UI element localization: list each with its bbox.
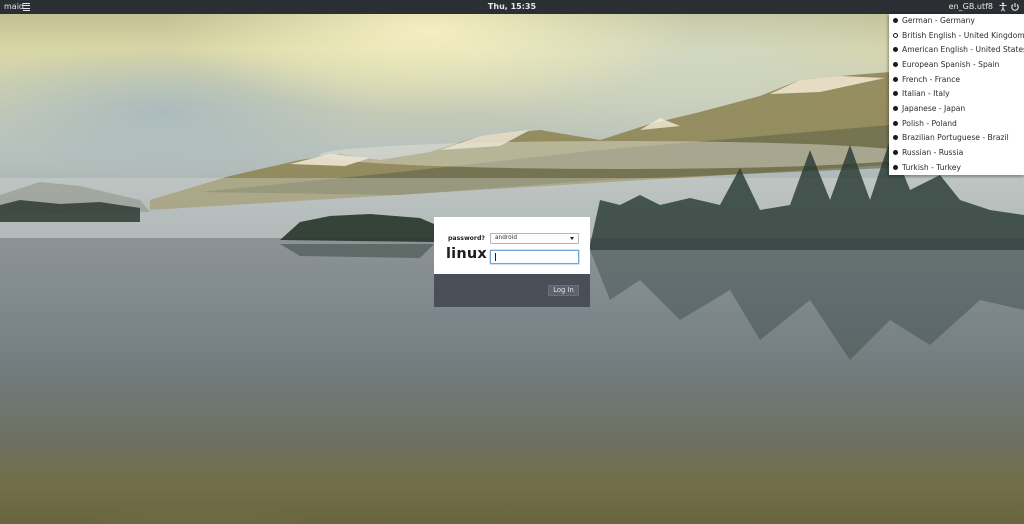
user-select-value: android — [495, 235, 517, 241]
login-button[interactable]: Log In — [548, 285, 579, 296]
radio-icon — [893, 76, 898, 82]
language-menu-item-label: Polish - Poland — [902, 118, 957, 128]
language-menu-item[interactable]: Turkish - Turkey — [889, 161, 1024, 175]
text-caret — [495, 253, 496, 261]
user-select[interactable]: android — [490, 233, 579, 244]
language-menu-item[interactable]: Japanese - Japan — [889, 102, 1024, 116]
language-menu-item-label: French - France — [902, 74, 961, 84]
login-screen: maid Thu, 15:35 en_GB.utf8 German - Germ… — [0, 0, 1024, 524]
radio-icon — [893, 91, 898, 97]
language-menu-item[interactable]: Italian - Italy — [889, 87, 1024, 101]
radio-icon — [893, 61, 898, 67]
language-menu-item[interactable]: French - France — [889, 73, 1024, 87]
language-indicator[interactable]: en_GB.utf8 — [949, 0, 993, 14]
radio-selected-icon — [893, 32, 898, 38]
language-menu-item[interactable]: Brazilian Portuguese - Brazil — [889, 131, 1024, 145]
language-menu-item-label: Japanese - Japan — [902, 103, 966, 113]
radio-icon — [893, 105, 898, 111]
language-menu-item-label: Russian - Russia — [902, 147, 964, 157]
language-menu-item-label: American English - United States — [902, 45, 1024, 55]
language-menu-item[interactable]: European Spanish - Spain — [889, 58, 1024, 72]
radio-icon — [893, 18, 898, 23]
login-footer: Log In — [434, 274, 590, 307]
power-icon[interactable] — [1010, 2, 1020, 12]
language-menu-item-label: European Spanish - Spain — [902, 59, 1000, 69]
language-menu-item-label: Brazilian Portuguese - Brazil — [902, 133, 1009, 143]
language-menu-item[interactable]: Russian - Russia — [889, 146, 1024, 160]
language-menu-item[interactable]: Polish - Poland — [889, 117, 1024, 131]
language-menu-item-label: Italian - Italy — [902, 89, 950, 99]
language-menu-item-label: German - Germany — [902, 16, 975, 25]
language-menu-item-label: Turkish - Turkey — [902, 162, 961, 172]
language-menu-item[interactable]: British English - United Kingdom — [889, 29, 1024, 43]
language-menu-item-label: British English - United Kingdom — [902, 30, 1024, 40]
radio-icon — [893, 47, 898, 53]
clock: Thu, 15:35 — [487, 2, 537, 11]
password-input[interactable] — [490, 250, 579, 264]
radio-icon — [893, 135, 898, 141]
prompt-label: password? — [448, 235, 486, 242]
host-logo: linux — [446, 246, 487, 262]
top-panel: maid Thu, 15:35 en_GB.utf8 — [0, 0, 1024, 14]
language-menu-item[interactable]: American English - United States — [889, 43, 1024, 57]
radio-icon — [893, 149, 898, 155]
radio-icon — [893, 120, 898, 126]
accessibility-icon[interactable] — [998, 2, 1008, 12]
login-card: password? android linux — [434, 217, 590, 274]
radio-icon — [893, 164, 898, 170]
language-menu-item[interactable]: German - Germany — [889, 14, 1024, 28]
language-menu: German - Germany British English - United… — [889, 14, 1024, 175]
chevron-down-icon — [570, 237, 574, 240]
